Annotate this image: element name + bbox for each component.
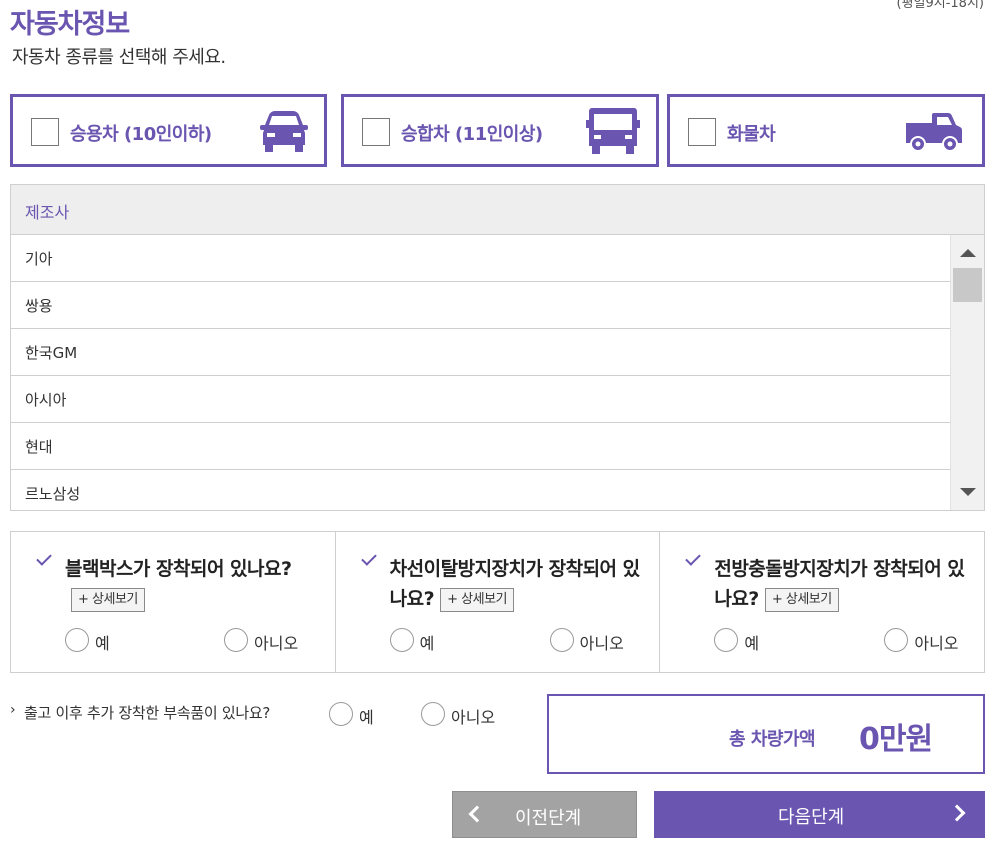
- question-text: 차선이탈방지장치가 장착되어 있나요?: [389, 558, 640, 610]
- radio-yes[interactable]: [389, 628, 414, 652]
- extra-radio-no[interactable]: [421, 702, 445, 726]
- check-icon: [360, 550, 377, 566]
- radio-no[interactable]: [884, 628, 909, 652]
- maker-item[interactable]: 현대: [11, 423, 950, 470]
- radio-yes[interactable]: [65, 628, 89, 652]
- scroll-down-icon[interactable]: [960, 488, 976, 496]
- equipment-questions: 블랙박스가 장착되어 있나요? + 상세보기 예 아니오 차선이탈방지장치가 장착…: [10, 531, 985, 673]
- business-hours: (평일9시-18시): [896, 0, 985, 11]
- next-step-button[interactable]: 다음단계: [654, 791, 985, 838]
- checkbox[interactable]: [31, 118, 59, 146]
- page-title: 자동차정보: [10, 9, 130, 40]
- bullet-icon: ›: [10, 702, 16, 718]
- truck-icon: [906, 113, 962, 152]
- checkbox[interactable]: [362, 118, 390, 146]
- total-value: 0만원: [859, 722, 933, 757]
- chevron-left-icon: [468, 805, 486, 823]
- question-blackbox: 블랙박스가 장착되어 있나요? + 상세보기 예 아니오: [11, 532, 336, 672]
- detail-button[interactable]: + 상세보기: [764, 587, 839, 612]
- maker-item[interactable]: 쌍용: [11, 282, 950, 329]
- radio-yes-label: 예: [95, 634, 110, 653]
- maker-item[interactable]: 아시아: [11, 376, 950, 423]
- radio-yes-label: 예: [419, 634, 435, 653]
- car-type-truck[interactable]: 화물차: [667, 94, 985, 167]
- car-type-label: 승합차 (11인이상): [401, 124, 543, 145]
- scroll-thumb[interactable]: [953, 268, 982, 302]
- maker-item[interactable]: 한국GM: [11, 329, 950, 376]
- radio-yes[interactable]: [714, 628, 739, 652]
- radio-no-label: 아니오: [914, 634, 959, 653]
- question-text: 블랙박스가 장착되어 있나요?: [65, 558, 292, 580]
- check-icon: [685, 550, 702, 566]
- radio-no-label: 아니오: [254, 634, 299, 653]
- radio-no[interactable]: [224, 628, 248, 652]
- car-type-passenger[interactable]: 승용차 (10인이하): [10, 94, 327, 167]
- maker-list[interactable]: 기아 쌍용 한국GM 아시아 현대 르노삼성: [11, 235, 950, 510]
- radio-yes-label: 예: [744, 634, 760, 653]
- extra-question-text: 출고 이후 추가 장착한 부속품이 있나요?: [24, 704, 271, 722]
- next-step-label: 다음단계: [778, 807, 845, 828]
- total-value-box: 총 차량가액 0만원: [547, 694, 985, 774]
- question-collision-prevention: 전방충돌방지장치가 장착되어 있나요? + 상세보기 예 아니오: [660, 532, 984, 672]
- extra-radio-yes[interactable]: [329, 702, 353, 726]
- checkbox[interactable]: [688, 118, 716, 146]
- detail-button[interactable]: + 상세보기: [440, 587, 515, 612]
- car-type-label: 승용차 (10인이하): [70, 124, 212, 145]
- question-lane-departure: 차선이탈방지장치가 장착되어 있나요? + 상세보기 예 아니오: [336, 532, 661, 672]
- extra-radio-yes-label: 예: [359, 708, 374, 727]
- scroll-up-icon[interactable]: [960, 249, 976, 257]
- detail-button[interactable]: + 상세보기: [71, 587, 145, 612]
- maker-item[interactable]: 르노삼성: [11, 470, 950, 510]
- sedan-icon: [260, 111, 308, 152]
- prev-step-label: 이전단계: [515, 808, 582, 829]
- prev-step-button[interactable]: 이전단계: [452, 791, 637, 838]
- question-text: 전방충돌방지장치가 장착되어 있나요?: [714, 558, 965, 610]
- maker-item[interactable]: 기아: [11, 235, 950, 282]
- total-label: 총 차량가액: [729, 729, 816, 750]
- maker-scrollbar[interactable]: [950, 235, 984, 510]
- chevron-right-icon: [948, 804, 966, 822]
- maker-header: 제조사: [11, 185, 984, 235]
- radio-no[interactable]: [549, 628, 574, 652]
- car-type-label: 화물차: [727, 124, 776, 145]
- extra-radio-no-label: 아니오: [451, 708, 496, 727]
- maker-panel: 제조사 기아 쌍용 한국GM 아시아 현대 르노삼성: [10, 184, 985, 511]
- van-icon: [586, 108, 640, 154]
- radio-no-label: 아니오: [579, 634, 624, 653]
- check-icon: [36, 550, 52, 566]
- car-type-van[interactable]: 승합차 (11인이상): [341, 94, 659, 167]
- page-subtitle: 자동차 종류를 선택해 주세요.: [12, 47, 226, 68]
